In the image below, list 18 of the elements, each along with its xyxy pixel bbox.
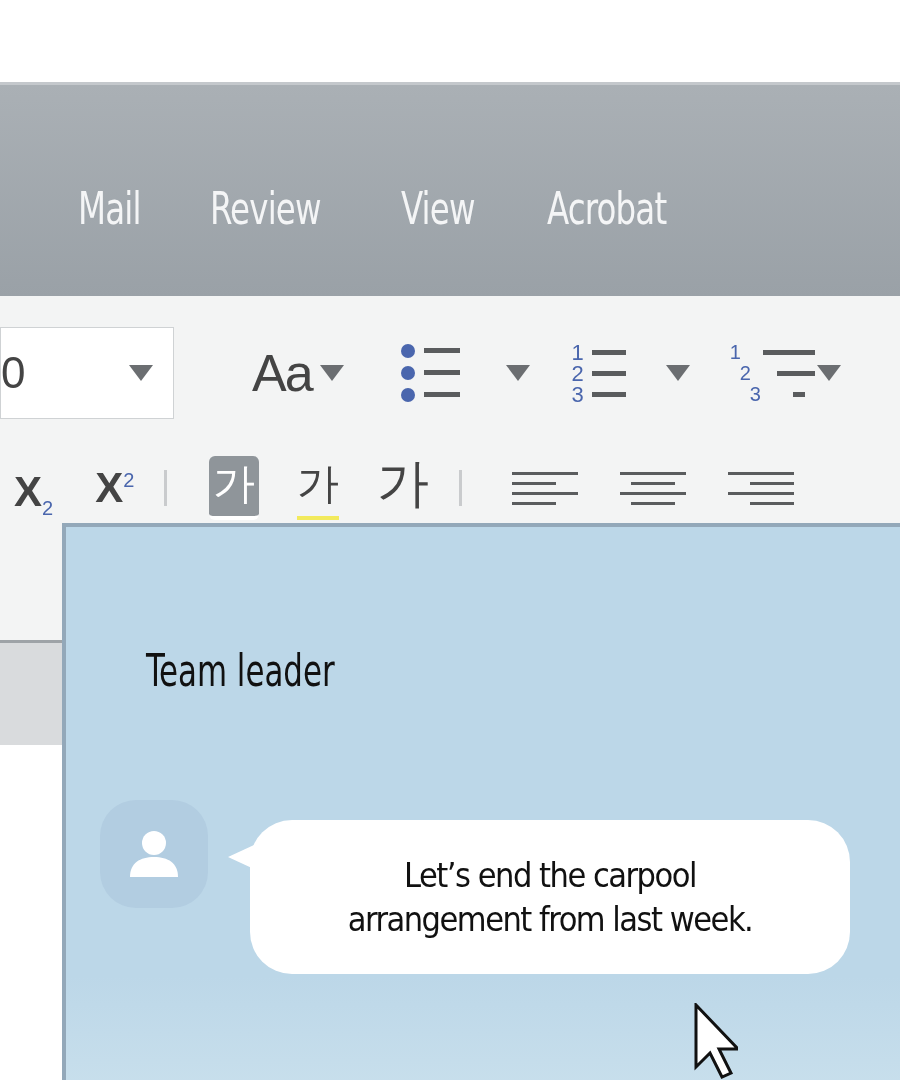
superscript-button[interactable]: X$^{2}$ <box>95 464 135 512</box>
multilevel-list-button[interactable]: 1 2 3 <box>729 341 841 405</box>
dropdown-caret-icon <box>817 365 841 381</box>
dropdown-caret-icon <box>129 365 153 381</box>
message-bubble: Let’s end the carpool arrangement from last week. <box>250 820 850 974</box>
dropdown-caret-icon <box>665 365 690 381</box>
change-case-button[interactable]: Aa <box>252 343 344 403</box>
bullet-list-icon <box>399 343 462 403</box>
numbered-list-button[interactable]: 1 2 3 <box>571 341 690 405</box>
mouse-pointer-icon <box>694 1003 738 1079</box>
grow-button[interactable]: 가 <box>377 449 430 527</box>
dropdown-caret-icon <box>319 365 344 381</box>
dropdown-caret-icon <box>505 365 530 381</box>
person-icon <box>129 829 179 879</box>
font-size-field[interactable]: 0 <box>0 327 174 419</box>
font-color-button[interactable]: 가 <box>209 456 260 520</box>
subscript-button[interactable]: X$_{2}$ <box>14 467 54 528</box>
chat-title: Team leader <box>146 645 335 696</box>
